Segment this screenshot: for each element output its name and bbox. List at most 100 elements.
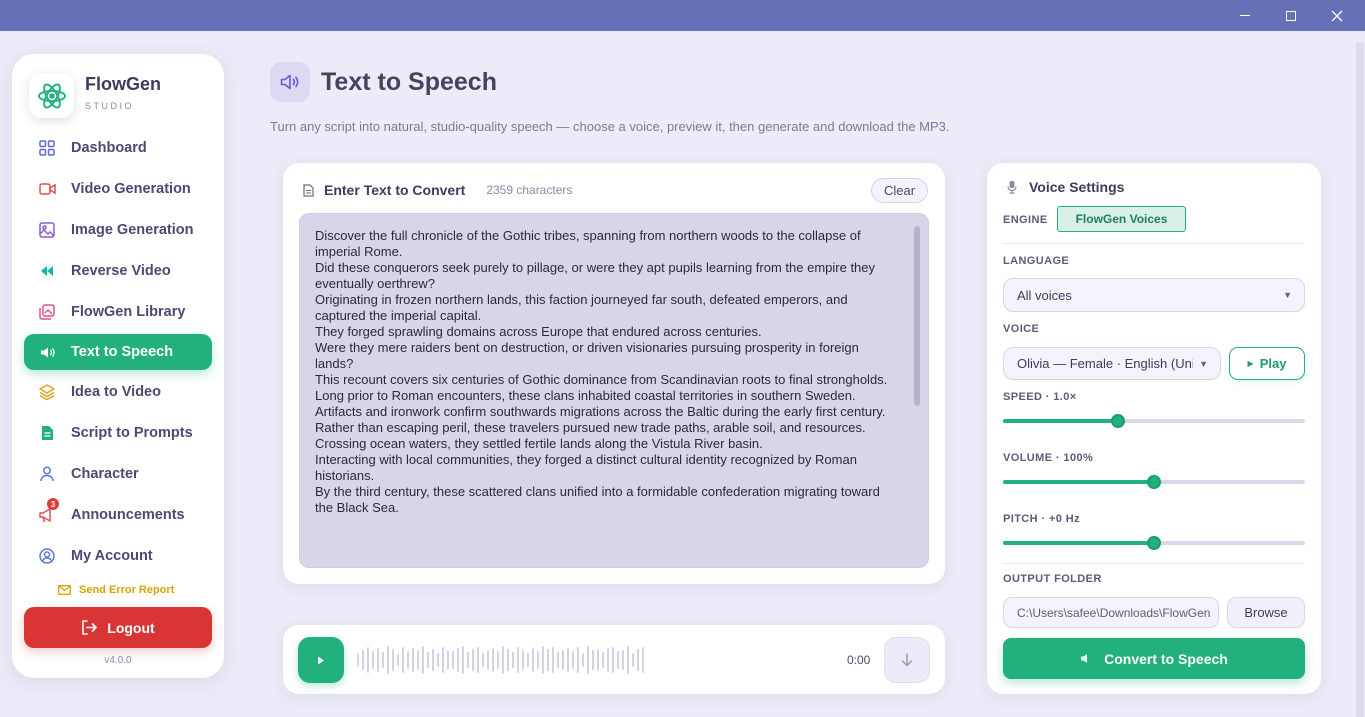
slider-thumb[interactable]	[1147, 475, 1161, 489]
sidebar-item-reverse-video[interactable]: Reverse Video	[24, 253, 212, 289]
sidebar-item-script-to-prompts[interactable]: Script to Prompts	[24, 415, 212, 451]
waveform-bar	[422, 646, 424, 674]
image-icon	[38, 221, 56, 239]
slider-fill	[1003, 480, 1154, 484]
voice-label: VOICE	[1003, 323, 1040, 335]
waveform-bar	[442, 647, 444, 673]
sidebar-item-video-generation[interactable]: Video Generation	[24, 171, 212, 207]
waveform-bar	[627, 646, 629, 674]
waveform-bar	[547, 649, 549, 671]
output-folder-label: OUTPUT FOLDER	[1003, 573, 1102, 585]
waveform-bar	[367, 647, 369, 673]
waveform-bar	[532, 648, 534, 672]
audio-play-button[interactable]	[298, 637, 344, 683]
text-line: They forged sprawling domains across Eur…	[315, 324, 762, 339]
video-camera-icon	[38, 180, 56, 198]
slider-thumb[interactable]	[1110, 414, 1125, 428]
pitch-slider[interactable]	[1003, 536, 1305, 550]
waveform-bar	[582, 653, 584, 667]
waveform-bar	[412, 648, 414, 672]
waveform-bar	[427, 652, 429, 668]
person-icon	[38, 465, 56, 483]
slider-thumb[interactable]	[1147, 536, 1161, 550]
minimize-button[interactable]	[1222, 0, 1268, 31]
waveform-bar	[437, 653, 439, 667]
pitch-label: PITCH · +0 Hz	[1003, 513, 1081, 525]
volume-label: VOLUME · 100%	[1003, 452, 1094, 464]
sidebar-item-label: Character	[71, 466, 139, 482]
download-arrow-icon	[901, 653, 913, 667]
waveform-bar	[397, 654, 399, 666]
waveform-bar	[477, 647, 479, 673]
textarea-scrollbar[interactable]	[914, 226, 920, 406]
waveform-bar	[502, 646, 504, 674]
waveform-bar	[492, 648, 494, 672]
sidebar-item-label: My Account	[71, 548, 153, 564]
waveform-bar	[552, 647, 554, 673]
clear-button[interactable]: Clear	[871, 178, 928, 203]
waveform-bar	[542, 646, 544, 674]
close-button[interactable]	[1314, 0, 1360, 31]
text-line: Were they mere raiders bent on destructi…	[315, 340, 859, 371]
logout-icon	[82, 620, 98, 635]
speaker-icon	[280, 74, 299, 90]
sidebar-item-idea-to-video[interactable]: Idea to Video	[24, 374, 212, 410]
play-icon: ▶	[1247, 359, 1254, 368]
waveform-bar	[607, 648, 609, 672]
waveform-bar	[382, 652, 384, 668]
text-line: Crossing ocean waters, they settled fert…	[315, 436, 763, 451]
sidebar-item-flowgen-library[interactable]: FlowGen Library	[24, 294, 212, 330]
megaphone-icon: 3	[38, 498, 59, 524]
logout-button[interactable]: Logout	[24, 607, 212, 648]
text-input-area[interactable]: Discover the full chronicle of the Gothi…	[299, 213, 929, 568]
voice-settings-title: Voice Settings	[1029, 179, 1125, 195]
waveform-bar	[487, 650, 489, 670]
language-select[interactable]: All voices ▼	[1003, 278, 1305, 312]
waveform-bar	[522, 650, 524, 670]
waveform-bar	[357, 653, 359, 667]
send-error-report-link[interactable]: Send Error Report	[58, 584, 174, 596]
notification-badge: 3	[47, 498, 59, 510]
waveform-bar	[407, 651, 409, 669]
page-subtitle: Turn any script into natural, studio-qua…	[270, 119, 950, 134]
page-scrollbar[interactable]	[1356, 42, 1364, 717]
waveform-bar	[642, 647, 644, 673]
volume-slider[interactable]	[1003, 475, 1305, 489]
browse-button[interactable]: Browse	[1227, 597, 1305, 628]
sidebar-item-text-to-speech[interactable]: Text to Speech	[24, 334, 212, 370]
sidebar-item-image-generation[interactable]: Image Generation	[24, 212, 212, 248]
waveform[interactable]	[357, 645, 644, 675]
waveform-bar	[457, 648, 459, 672]
output-folder-field[interactable]: C:\Users\safee\Downloads\FlowGen	[1003, 597, 1219, 628]
sidebar: FlowGen STUDIO Dashboard Video Generatio…	[12, 54, 224, 678]
waveform-bar	[592, 650, 594, 670]
speed-slider[interactable]	[1003, 414, 1305, 428]
app-version: v4.0.0	[104, 655, 132, 666]
play-icon	[318, 656, 324, 664]
engine-option-flowgen-voices[interactable]: FlowGen Voices	[1057, 206, 1186, 232]
waveform-bar	[622, 650, 624, 670]
document-icon	[303, 183, 314, 197]
speaker-icon	[1081, 654, 1088, 663]
waveform-bar	[507, 649, 509, 671]
waveform-bar	[557, 652, 559, 668]
voice-select[interactable]: Olivia — Female · English (United Kingdo…	[1003, 347, 1221, 380]
text-line: Artifacts and ironwork confirm southward…	[315, 404, 886, 419]
atom-icon	[37, 82, 66, 109]
voice-preview-play-button[interactable]: ▶ Play	[1229, 347, 1305, 380]
sidebar-item-my-account[interactable]: My Account	[24, 538, 212, 574]
language-label: LANGUAGE	[1003, 255, 1070, 267]
waveform-bar	[572, 651, 574, 669]
waveform-bar	[387, 646, 389, 674]
text-line: This recount covers six centuries of Got…	[315, 372, 888, 387]
maximize-button[interactable]	[1268, 0, 1314, 31]
sidebar-item-dashboard[interactable]: Dashboard	[24, 130, 212, 166]
account-icon	[38, 547, 56, 565]
convert-to-speech-button[interactable]: Convert to Speech	[1003, 638, 1305, 679]
download-button[interactable]	[884, 637, 930, 683]
waveform-bar	[402, 647, 404, 673]
app-subtitle: STUDIO	[85, 101, 135, 111]
sidebar-item-announcements[interactable]: 3 Announcements	[24, 497, 212, 533]
waveform-bar	[462, 646, 464, 674]
sidebar-item-character[interactable]: Character	[24, 456, 212, 492]
